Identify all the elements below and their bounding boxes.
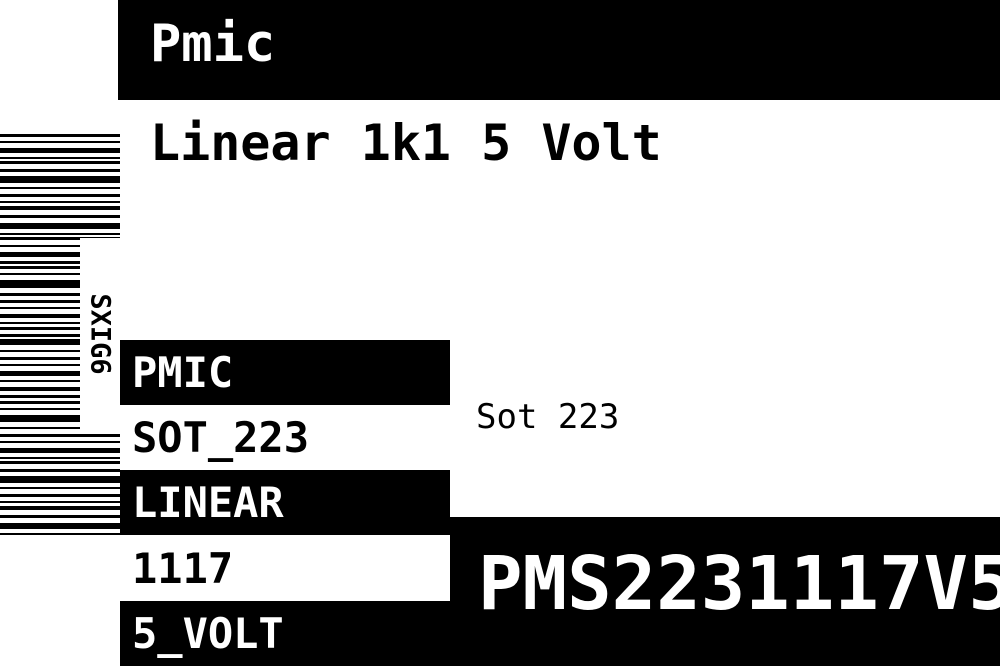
category-title: Pmic [150, 14, 276, 74]
barcode-bar [0, 233, 120, 235]
part-number-box: PMS2231117V5 [450, 517, 1000, 666]
barcode-bar [0, 461, 120, 464]
tag-pmic: PMIC [120, 340, 450, 405]
barcode-id: SXIG6 [84, 293, 116, 375]
package-name: Sot 223 [476, 397, 620, 437]
tag-linear: LINEAR [120, 470, 450, 535]
barcode-bar [0, 176, 120, 183]
barcode-bar [0, 194, 120, 197]
barcode-bar [0, 141, 120, 143]
barcode-bar [0, 487, 120, 489]
tag-sot-223: SOT_223 [120, 405, 450, 470]
tag-1117: 1117 [120, 536, 446, 601]
barcode-bar [0, 469, 120, 472]
barcode-bar [0, 434, 120, 437]
barcode-bar [0, 157, 120, 159]
barcode-bar [0, 206, 120, 210]
barcode-bar [0, 506, 120, 510]
barcode-bar [0, 457, 120, 459]
barcode-bar [0, 134, 120, 137]
barcode-bar [0, 501, 120, 503]
barcode-bar [0, 161, 120, 164]
barcode-bar [0, 523, 120, 529]
part-label: Pmic Linear 1k1 5 Volt SXIG6 PMIC SOT_22… [0, 0, 1000, 666]
part-description: Linear 1k1 5 Volt [150, 114, 662, 172]
barcode-bar [0, 448, 120, 453]
barcode-bar [0, 169, 120, 172]
tag-5-volt: 5_VOLT [120, 601, 450, 666]
barcode-bar [0, 533, 120, 535]
part-number: PMS2231117V5 [478, 541, 1000, 627]
barcode-bar [0, 476, 120, 483]
barcode-bar [0, 223, 120, 229]
barcode-bar [0, 441, 120, 443]
barcode-bar [0, 494, 120, 497]
barcode-bar [0, 201, 120, 203]
barcode-bar [0, 515, 120, 518]
category-header: Pmic [118, 0, 1000, 100]
barcode-bar [0, 148, 120, 153]
barcode-bar [0, 187, 120, 189]
barcode-bar [0, 215, 120, 218]
